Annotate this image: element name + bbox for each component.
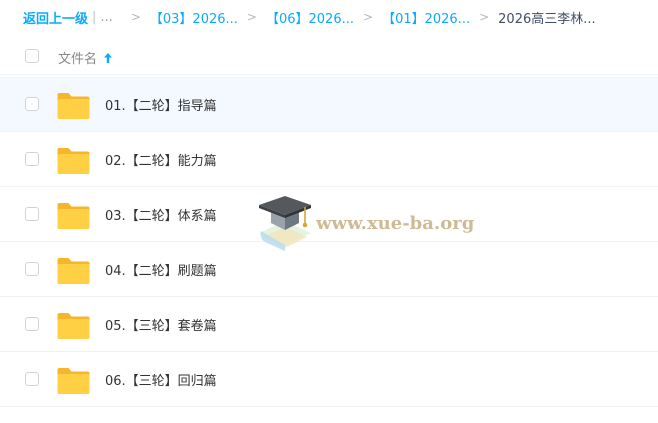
watermark-text: www.xue-ba.org	[316, 213, 475, 234]
breadcrumb-pipe: |	[92, 9, 97, 25]
breadcrumb-separator: >	[246, 10, 257, 24]
file-name[interactable]: 04.【二轮】刷题篇	[105, 260, 217, 279]
folder-icon	[57, 93, 90, 119]
row-checkbox[interactable]	[25, 372, 39, 386]
breadcrumb-ellipsis[interactable]: ...	[100, 10, 112, 25]
file-row[interactable]: 01.【二轮】指导篇	[0, 77, 658, 132]
breadcrumb-separator: >	[363, 10, 374, 24]
column-name-label: 文件名	[58, 52, 98, 67]
folder-icon	[57, 203, 90, 229]
folder-icon	[57, 148, 90, 174]
breadcrumb-separator: >	[130, 10, 141, 24]
folder-icon	[57, 313, 90, 339]
row-checkbox[interactable]	[25, 97, 39, 111]
file-row[interactable]: 06.【三轮】回归篇	[0, 352, 658, 407]
file-name[interactable]: 02.【二轮】能力篇	[105, 150, 217, 169]
file-row[interactable]: 05.【三轮】套卷篇	[0, 297, 658, 352]
file-name[interactable]: 01.【二轮】指导篇	[105, 95, 217, 114]
watermark: www.xue-ba.org	[255, 193, 474, 253]
breadcrumb-current: 2026高三李林...	[498, 11, 596, 27]
file-list-header: 文件名	[0, 40, 658, 75]
breadcrumb-item-2[interactable]: 【06】2026...	[266, 8, 354, 27]
breadcrumb-separator: >	[479, 10, 490, 24]
file-name[interactable]: 06.【三轮】回归篇	[105, 370, 217, 389]
row-checkbox[interactable]	[25, 207, 39, 221]
row-checkbox[interactable]	[25, 317, 39, 331]
row-checkbox[interactable]	[25, 262, 39, 276]
sort-arrow-up-icon	[104, 52, 113, 63]
back-link[interactable]: 返回上一级	[23, 8, 88, 27]
folder-icon	[57, 258, 90, 284]
graduation-cap-icon	[259, 196, 311, 251]
file-name[interactable]: 05.【三轮】套卷篇	[105, 315, 217, 334]
folder-icon	[57, 368, 90, 394]
file-name[interactable]: 03.【二轮】体系篇	[105, 205, 217, 224]
breadcrumb-item-3[interactable]: 【01】2026...	[382, 8, 470, 27]
select-all-checkbox[interactable]	[25, 49, 39, 63]
breadcrumb-item-1[interactable]: 【03】2026...	[150, 8, 238, 27]
file-browser: 返回上一级 | ... > 【03】2026... > 【06】2026... …	[0, 0, 658, 423]
row-checkbox[interactable]	[25, 152, 39, 166]
sort-by-name[interactable]: 文件名	[58, 48, 113, 67]
breadcrumb: 返回上一级 | ... > 【03】2026... > 【06】2026... …	[23, 7, 596, 27]
file-row[interactable]: 02.【二轮】能力篇	[0, 132, 658, 187]
